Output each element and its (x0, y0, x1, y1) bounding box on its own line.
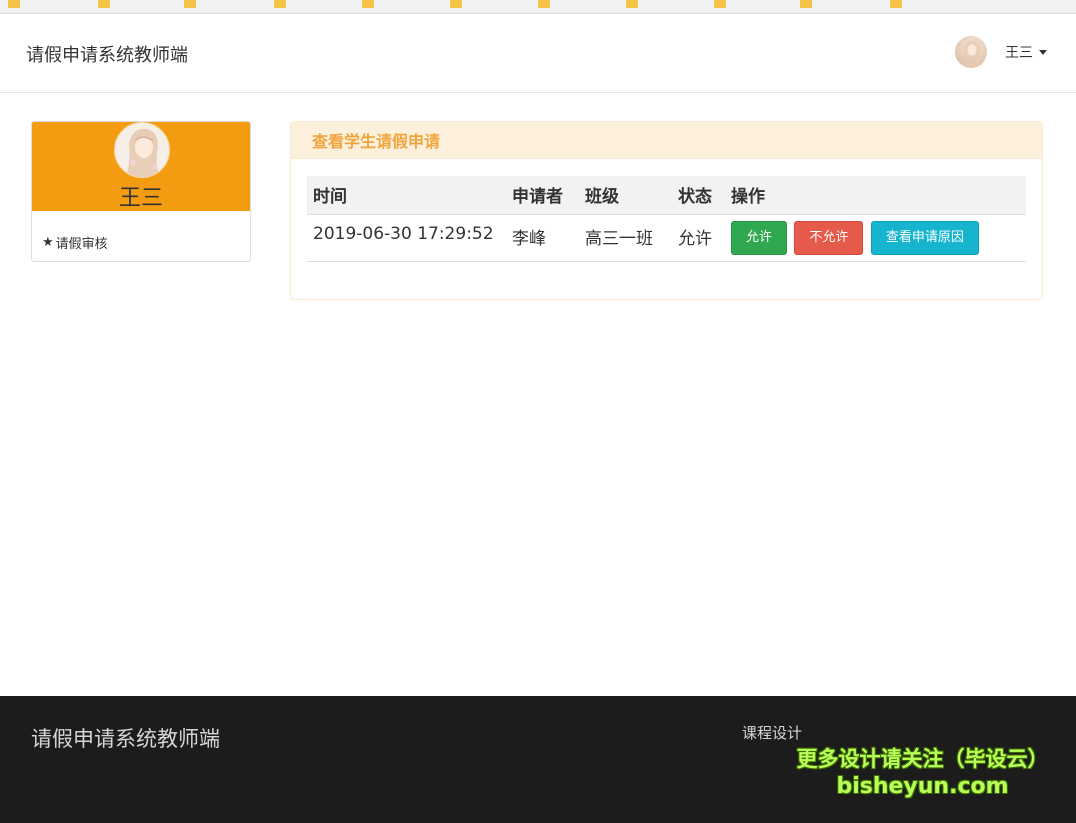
bookmark-folder-10[interactable] (800, 0, 818, 10)
footer-brand: 请假申请系统教师端 (31, 727, 220, 751)
folder-icon (714, 0, 726, 8)
folder-icon (450, 0, 462, 8)
folder-icon (538, 0, 550, 8)
profile-card: 王三 ★ 请假审核 (31, 121, 251, 262)
avatar-anime-girl-icon (961, 40, 983, 68)
folder-icon (274, 0, 286, 8)
column-header-applicant: 申请者 (506, 176, 579, 215)
watermark: 更多设计请关注（毕设云） bisheyun.com (790, 746, 1055, 800)
user-avatar (955, 36, 987, 68)
folder-icon (800, 0, 812, 8)
view-reason-button[interactable]: 查看申请原因 (870, 220, 979, 255)
bookmark-folder-3[interactable] (184, 0, 202, 10)
cell-status: 允许 (672, 214, 725, 262)
bookmark-folder-5[interactable] (362, 0, 380, 10)
caret-down-icon (1039, 49, 1047, 55)
leave-requests-panel: 查看学生请假申请 时间 申请者 班级 状态 操作 2019-06-30 17:2… (290, 121, 1043, 300)
column-header-actions: 操作 (725, 176, 1026, 215)
star-icon: ★ (42, 235, 54, 250)
footer-link-course-design[interactable]: 课程设计 (742, 722, 802, 743)
bookmark-folder-1[interactable] (8, 0, 26, 10)
column-header-time: 时间 (307, 176, 506, 215)
bookmark-folder-4[interactable] (274, 0, 292, 10)
bookmark-folder-8[interactable] (626, 0, 644, 10)
bookmarks-bar (0, 0, 1076, 14)
column-header-class: 班级 (579, 176, 672, 215)
column-header-status: 状态 (672, 176, 725, 215)
bookmark-folder-6[interactable] (450, 0, 468, 10)
navbar-brand[interactable]: 请假申请系统教师端 (26, 41, 188, 67)
leave-requests-table: 时间 申请者 班级 状态 操作 2019-06-30 17:29:52 李峰 高… (307, 176, 1026, 262)
top-navbar: 请假申请系统教师端 王三 (0, 15, 1076, 93)
panel-heading: 查看学生请假申请 (291, 122, 1042, 159)
deny-button[interactable]: 不允许 (794, 220, 864, 255)
sidebar-item-leave-review[interactable]: ★ 请假审核 (42, 233, 108, 252)
sidebar-item-label: 请假审核 (55, 237, 108, 252)
profile-header: 王三 (32, 122, 250, 211)
watermark-line2: bisheyun.com (836, 774, 1009, 799)
folder-icon (362, 0, 374, 8)
panel-title: 查看学生请假申请 (312, 132, 441, 151)
folder-icon (890, 0, 902, 8)
profile-avatar (114, 122, 170, 178)
bookmark-folder-2[interactable] (98, 0, 116, 10)
user-name: 王三 (1005, 45, 1033, 61)
folder-icon (184, 0, 196, 8)
folder-icon (98, 0, 110, 8)
allow-button[interactable]: 允许 (731, 220, 788, 255)
cell-applicant: 李峰 (506, 214, 579, 262)
bookmark-folder-11[interactable] (890, 0, 908, 10)
cell-class: 高三一班 (579, 214, 672, 262)
page-footer: 请假申请系统教师端 课程设计 更多设计请关注（毕设云） bisheyun.com (0, 696, 1076, 823)
cell-time: 2019-06-30 17:29:52 (307, 214, 506, 262)
profile-name: 王三 (118, 186, 163, 211)
user-menu-dropdown[interactable]: 王三 (955, 32, 1047, 72)
folder-icon (8, 0, 20, 8)
table-header-row: 时间 申请者 班级 状态 操作 (307, 176, 1026, 215)
folder-icon (626, 0, 638, 8)
bookmark-folder-9[interactable] (714, 0, 732, 10)
avatar-anime-girl-icon (115, 123, 169, 177)
cell-actions: 允许 不允许 查看申请原因 (725, 214, 1026, 262)
watermark-line1: 更多设计请关注（毕设云） (796, 747, 1049, 771)
table-row: 2019-06-30 17:29:52 李峰 高三一班 允许 允许 不允许 查看… (307, 214, 1026, 262)
bookmark-folder-7[interactable] (538, 0, 556, 10)
